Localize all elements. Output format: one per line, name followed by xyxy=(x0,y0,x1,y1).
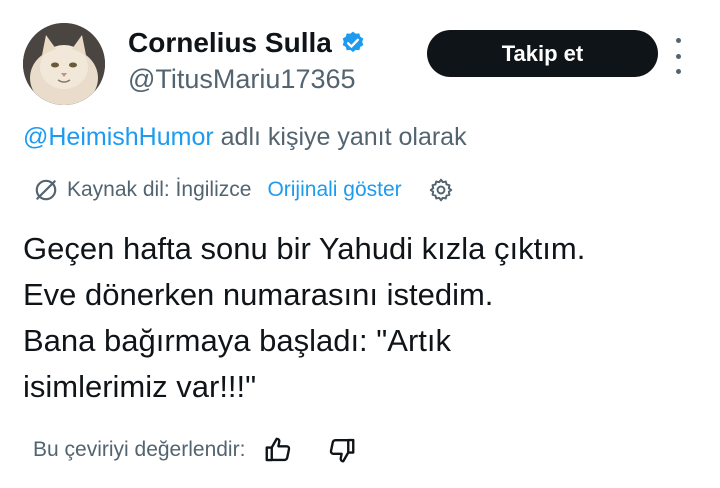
rate-translation-label: Bu çeviriyi değerlendir: xyxy=(33,438,246,461)
rate-translation-bar: Bu çeviriyi değerlendir: xyxy=(33,432,357,468)
follow-button[interactable]: Takip et xyxy=(427,30,658,77)
settings-gear-icon[interactable] xyxy=(428,177,454,203)
source-language-label: Kaynak dil: İngilizce xyxy=(67,178,252,201)
avatar-cat-image xyxy=(23,23,105,105)
author-handle[interactable]: @TitusMariu17365 xyxy=(128,64,356,95)
avatar[interactable] xyxy=(23,23,105,105)
reply-context: @HeimishHumor adlı kişiye yanıt olarak xyxy=(23,123,467,152)
reply-mention-link[interactable]: @HeimishHumor xyxy=(23,123,214,151)
verified-badge-icon xyxy=(340,30,366,56)
translation-bar: Kaynak dil: İngilizce Orijinali göster xyxy=(33,172,454,208)
more-options-icon[interactable] xyxy=(668,38,688,74)
reply-context-suffix: adlı kişiye yanıt olarak xyxy=(213,123,467,151)
translate-icon xyxy=(33,177,59,203)
author-display-name[interactable]: Cornelius Sulla xyxy=(128,27,332,59)
show-original-link[interactable]: Orijinali göster xyxy=(267,178,401,202)
thumbs-down-icon[interactable] xyxy=(327,435,357,465)
tweet-line: Eve dönerken numarasını istedim. xyxy=(23,277,494,312)
author-name-row: Cornelius Sulla xyxy=(128,24,366,62)
thumbs-up-icon[interactable] xyxy=(263,435,293,465)
tweet-line: Bana bağırmaya başladı: "Artık xyxy=(23,323,452,358)
tweet-line: Geçen hafta sonu bir Yahudi kızla çıktım… xyxy=(23,231,586,266)
tweet-line: isimlerimiz var!!!" xyxy=(23,369,257,404)
tweet-text: Geçen hafta sonu bir Yahudi kızla çıktım… xyxy=(23,226,713,410)
